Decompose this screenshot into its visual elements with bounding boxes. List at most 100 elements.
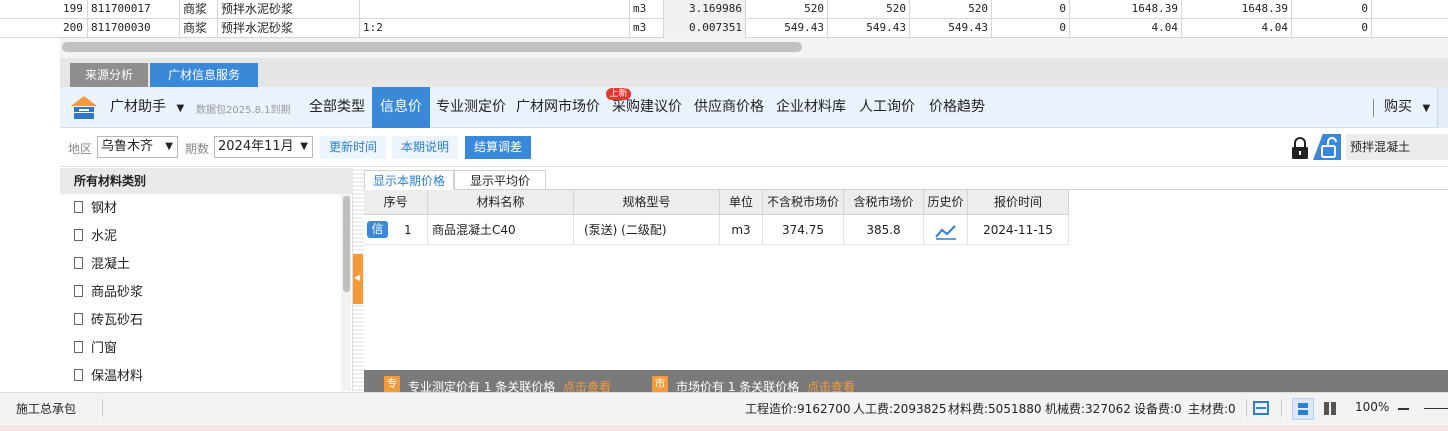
category-item[interactable]: 混凝土: [74, 253, 130, 277]
value-zero-2: 0: [1292, 0, 1372, 19]
category-item[interactable]: 门窗: [74, 337, 117, 361]
labor-cost: 人工费:2093825: [853, 402, 947, 416]
layout-icon[interactable]: [1253, 401, 1269, 415]
material-type: 商浆: [180, 19, 218, 38]
sidebar-scrollbar-thumb[interactable]: [343, 196, 350, 292]
data-pack-expiry: 数据包2025.8.1到期: [196, 105, 291, 116]
period-select[interactable]: 2024年11月 ▼: [214, 136, 313, 158]
zoom-slider[interactable]: [1424, 408, 1448, 409]
col-header-price-in-tax[interactable]: 含税市场价: [844, 190, 924, 215]
table-row-cell-no[interactable]: 信 1: [364, 215, 428, 245]
category-item[interactable]: 保温材料: [74, 365, 143, 389]
value-zero-2: 0: [1292, 19, 1372, 38]
tab-average-price[interactable]: 显示平均价: [454, 170, 546, 190]
status-divider: [1281, 399, 1282, 417]
col-header-quote-time[interactable]: 报价时间: [968, 190, 1069, 215]
professional-tag-icon: 专: [384, 376, 400, 392]
col-header-unit[interactable]: 单位: [720, 190, 763, 215]
region-label: 地区: [68, 142, 93, 156]
category-item[interactable]: 钢材: [74, 197, 117, 221]
nav-price-trend[interactable]: 价格趋势: [929, 87, 985, 128]
category-item[interactable]: 水泥: [74, 225, 117, 249]
nav-divider: [1373, 99, 1374, 117]
market-tag-icon: 市: [652, 376, 668, 392]
material-spec-cell[interactable]: (泵送) (二级配): [574, 215, 720, 245]
material-search-input[interactable]: 预拌混凝土: [1346, 134, 1448, 160]
chevron-down-icon: ▼: [165, 141, 173, 152]
price-in-tax-cell[interactable]: 385.8: [844, 215, 924, 245]
material-unit: m3: [630, 19, 664, 38]
period-note-button[interactable]: 本期说明: [392, 136, 458, 159]
tab-current-price[interactable]: 显示本期价格: [364, 170, 454, 190]
row-number: 199: [60, 0, 88, 19]
contract-type: 施工总承包: [16, 402, 77, 416]
project-cost: 工程造价:9162700: [745, 402, 851, 416]
minus-icon[interactable]: [1398, 408, 1409, 410]
document-icon: [74, 229, 83, 241]
price-3: 549.43: [910, 19, 992, 38]
status-bar-bottom-strip: [0, 425, 1448, 431]
view-stacked-icon[interactable]: [1292, 398, 1314, 420]
category-label: 砖瓦砂石: [91, 313, 144, 328]
assistant-menu[interactable]: 广材助手 ▼: [110, 87, 184, 128]
tab-source-analysis[interactable]: 来源分析: [70, 63, 148, 87]
price-2: 520: [828, 0, 910, 19]
chevron-down-icon: ▼: [300, 141, 308, 152]
nav-all-types[interactable]: 全部类型: [309, 87, 365, 128]
price-ex-tax-cell[interactable]: 374.75: [763, 215, 844, 245]
table-row[interactable]: 199 811700017 商浆 预拌水泥砂浆 m3 3.169986 520 …: [0, 0, 1448, 19]
nav-manual-inquiry[interactable]: 人工询价: [859, 87, 915, 128]
period-value: 2024年11月: [218, 139, 294, 154]
material-code: 811700017: [88, 0, 180, 19]
region-value: 乌鲁木齐: [101, 139, 154, 154]
quote-time-cell[interactable]: 2024-11-15: [968, 215, 1069, 245]
col-header-history[interactable]: 历史价: [924, 190, 968, 215]
lock-icon[interactable]: [1289, 136, 1311, 160]
price-3: 520: [910, 0, 992, 19]
nav-info-price[interactable]: 信息价: [372, 87, 430, 128]
zoom-level: 100%: [1355, 400, 1390, 414]
col-header-name[interactable]: 材料名称: [428, 190, 574, 215]
top-data-table: 199 811700017 商浆 预拌水泥砂浆 m3 3.169986 520 …: [0, 0, 1448, 38]
horizontal-scrollbar-thumb[interactable]: [62, 42, 802, 52]
status-divider: [1246, 399, 1247, 417]
nav-scroll-edge[interactable]: [1437, 87, 1448, 128]
nav-professional-price[interactable]: 专业测定价: [436, 87, 506, 128]
settle-adjust-button[interactable]: 结算调差: [465, 136, 531, 159]
total-1: 4.04: [1070, 19, 1182, 38]
nav-supplier-price[interactable]: 供应商价格: [694, 87, 764, 128]
collapse-sidebar-handle[interactable]: ◀: [353, 254, 363, 304]
unit-cell[interactable]: m3: [720, 215, 763, 245]
chart-line-icon[interactable]: [935, 221, 957, 251]
material-name-cell[interactable]: 商品混凝土C40: [428, 215, 574, 245]
total-2: 1648.39: [1182, 0, 1292, 19]
document-icon: [74, 285, 83, 297]
nav-enterprise-library[interactable]: 企业材料库: [776, 87, 846, 128]
chevron-down-icon: ▼: [1422, 103, 1431, 114]
category-label: 混凝土: [91, 257, 131, 272]
region-select[interactable]: 乌鲁木齐 ▼: [97, 136, 178, 158]
chevron-left-icon: ◀: [354, 273, 361, 282]
nav-market-price[interactable]: 广材网市场价: [516, 87, 600, 128]
material-spec: [360, 0, 630, 19]
table-row[interactable]: 200 811700030 商浆 预拌水泥砂浆 1:2 m3 0.007351 …: [0, 19, 1448, 38]
category-item[interactable]: 商品砂浆: [74, 281, 143, 305]
update-time-button[interactable]: 更新时间: [320, 136, 386, 159]
col-header-no[interactable]: 序号: [364, 190, 428, 215]
category-item[interactable]: 砖瓦砂石: [74, 309, 143, 333]
value-zero: 0: [992, 0, 1070, 19]
view-split-icon[interactable]: [1324, 402, 1336, 415]
category-label: 水泥: [91, 229, 118, 244]
material-name: 预拌水泥砂浆: [218, 0, 360, 19]
buy-menu[interactable]: 购买 ▼: [1384, 87, 1430, 128]
row-number: 200: [60, 19, 88, 38]
col-header-price-ex-tax[interactable]: 不含税市场价: [763, 190, 844, 215]
equipment-cost: 设备费:0: [1134, 402, 1182, 416]
material-cost: 材料费:5051880: [948, 402, 1042, 416]
main-material-cost: 主材费:0: [1188, 402, 1236, 416]
col-header-spec[interactable]: 规格型号: [574, 190, 720, 215]
tab-gcxx-service[interactable]: 广材信息服务: [150, 63, 258, 87]
chevron-down-icon: ▼: [176, 103, 185, 114]
category-label: 门窗: [91, 341, 118, 356]
history-cell[interactable]: [924, 215, 968, 245]
